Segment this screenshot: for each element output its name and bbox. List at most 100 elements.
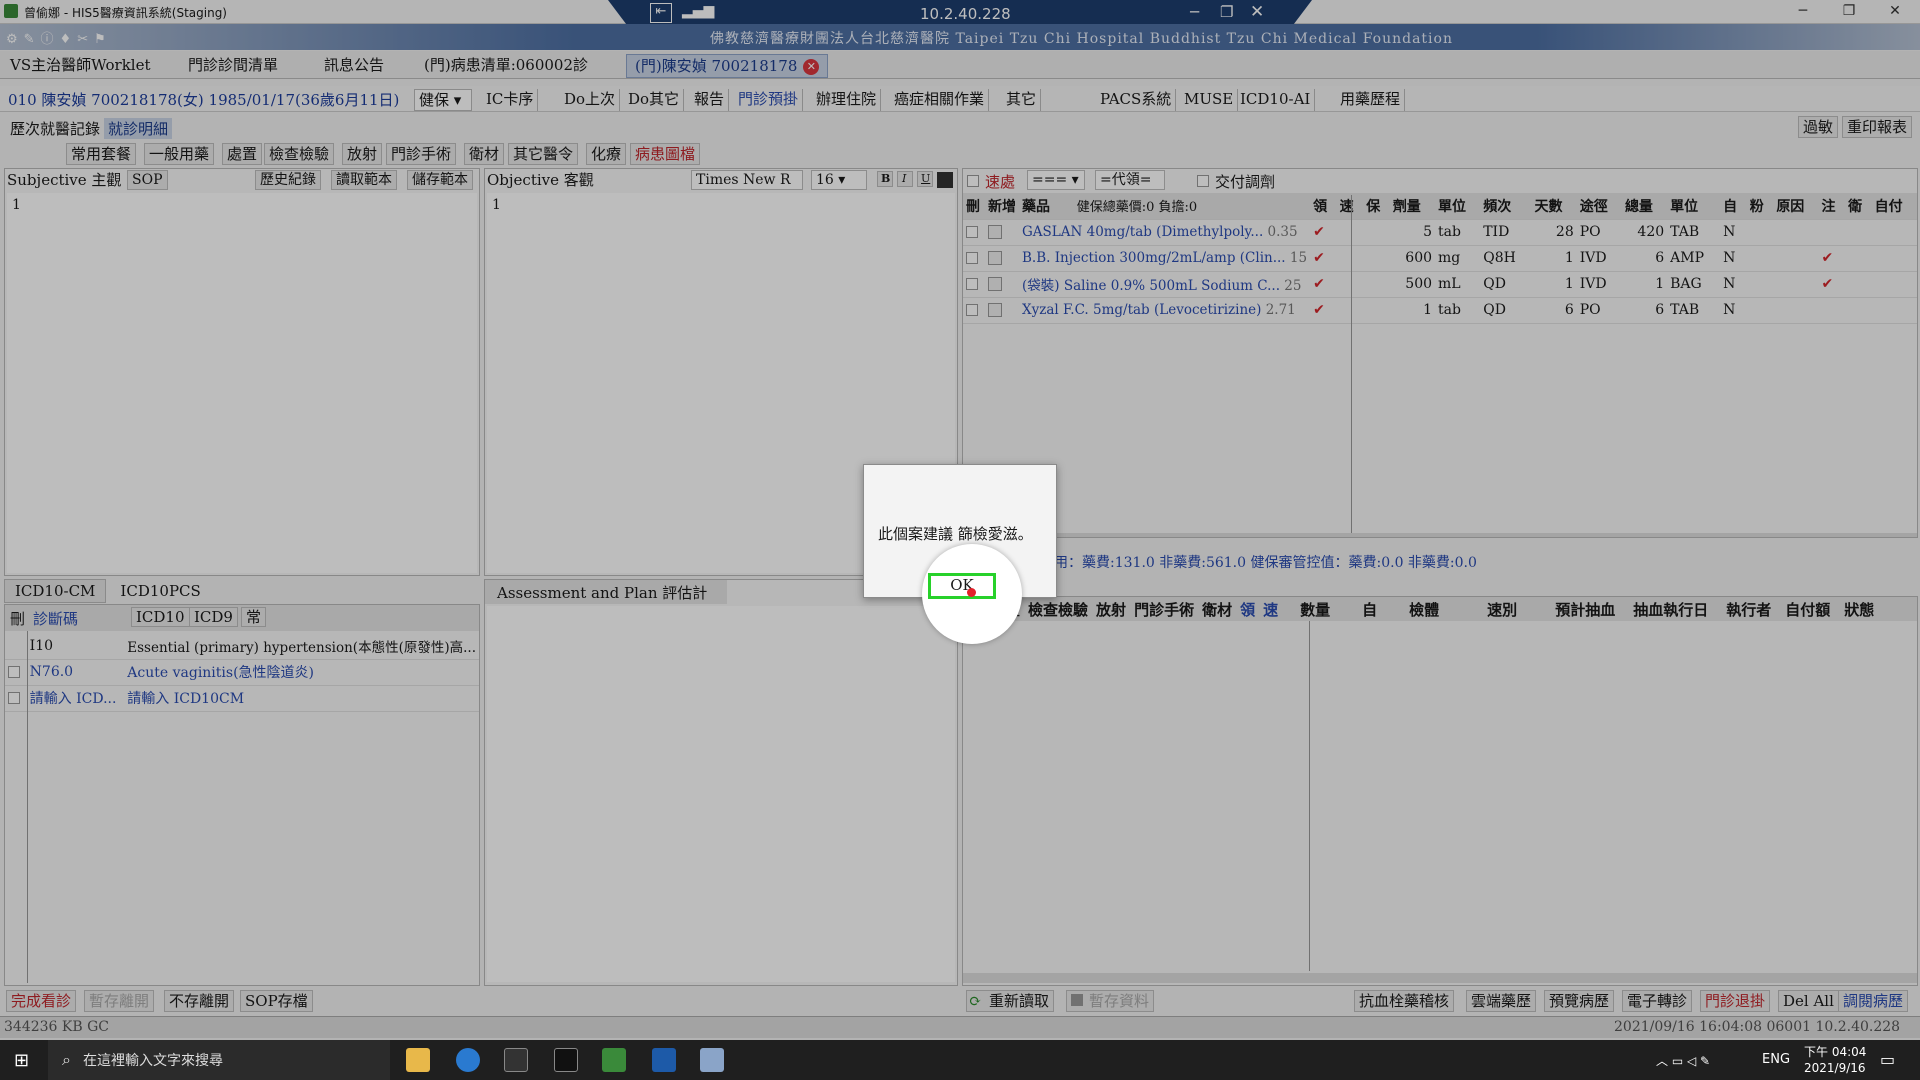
toolbar-icons[interactable]: ⚙✎ⓘ♦✂⚑ — [6, 28, 112, 47]
drug-row-checkbox[interactable] — [966, 252, 978, 264]
maximize-button[interactable]: ❐ — [1826, 0, 1872, 24]
order-col-radiology[interactable]: 放射 — [1096, 599, 1126, 620]
supplies-button[interactable]: 衛材 — [464, 143, 505, 165]
reload-button[interactable]: ⟳ 重新讀取 — [966, 990, 1055, 1012]
radiology-button[interactable]: 放射 — [342, 143, 383, 165]
chemo-button[interactable]: 化療 — [586, 143, 627, 165]
rdp-restore-icon[interactable]: ❐ — [1220, 3, 1233, 21]
edit-icon[interactable] — [988, 303, 1002, 317]
icd10-button[interactable]: ICD10 — [131, 607, 190, 627]
tab-icd10-cm[interactable]: ICD10-CM — [4, 579, 107, 603]
windows-start-icon[interactable]: ⊞ — [14, 1050, 29, 1071]
rdp-close-icon[interactable]: ✕ — [1250, 2, 1264, 22]
patient-images-button[interactable]: 病患圖檔 — [630, 143, 701, 165]
orders-scrollbar[interactable] — [963, 973, 1917, 983]
subtab-visit-history[interactable]: 歷次就醫記錄 — [6, 118, 104, 139]
his-app-icon[interactable] — [602, 1048, 626, 1072]
order-col-surgery[interactable]: 門診手術 — [1134, 599, 1194, 620]
terminal-icon[interactable] — [504, 1048, 528, 1072]
tab-worklet[interactable]: VS主治醫師Worklet — [2, 54, 159, 78]
drug-freq[interactable]: TID — [1480, 219, 1532, 246]
underline-button[interactable]: U — [917, 171, 933, 187]
app-icon-7[interactable] — [700, 1048, 724, 1072]
do-other-button[interactable]: Do其它 — [624, 89, 685, 111]
drug-select-2[interactable]: =代領= ▾ — [1095, 170, 1165, 206]
drug-days[interactable]: 6 — [1531, 297, 1577, 324]
col-add[interactable]: 新增 — [985, 193, 1019, 220]
drug-route[interactable]: IVD — [1576, 245, 1622, 272]
ie-icon[interactable] — [456, 1048, 480, 1072]
cancer-button[interactable]: 癌症相關作業 — [890, 89, 990, 111]
drug-row-checkbox[interactable] — [966, 278, 978, 290]
cloud-medication-button[interactable]: 雲端藥歷 — [1466, 990, 1537, 1012]
notification-icon[interactable]: ▭ — [1880, 1050, 1895, 1069]
drug-dose[interactable]: 1 — [1389, 297, 1436, 324]
sop-button[interactable]: SOP — [127, 170, 168, 190]
drug-row[interactable]: B.B. Injection 300mg/2mL/amp (Clin... 15… — [963, 245, 1917, 272]
icd9-button[interactable]: ICD9 — [189, 607, 238, 627]
drug-row[interactable]: GASLAN 40mg/tab (Dimethylpoly... 0.35 ✔ … — [963, 219, 1917, 246]
pre-register-button[interactable]: 門診預掛 — [734, 89, 804, 111]
preview-record-button[interactable]: 預覽病歷 — [1544, 990, 1615, 1012]
rdp-minimize-icon[interactable]: ─ — [1190, 3, 1199, 21]
font-size-select[interactable]: 16 ▾ — [811, 170, 867, 190]
clock-time[interactable]: 下午 04:04 — [1804, 1043, 1866, 1060]
drug-dose[interactable]: 5 — [1389, 219, 1436, 246]
drug-route[interactable]: IVD — [1576, 271, 1622, 298]
delete-all-button[interactable]: Del All — [1778, 990, 1839, 1012]
drug-row-checkbox[interactable] — [966, 226, 978, 238]
admission-button[interactable]: 辦理住院 — [812, 89, 882, 111]
outpatient-surgery-button[interactable]: 門診手術 — [386, 143, 457, 165]
drug-freq[interactable]: QD — [1480, 271, 1532, 298]
diagnosis-row[interactable]: N76.0 Acute vaginitis(急性陰道炎) — [5, 659, 479, 686]
lab-exam-button[interactable]: 檢查檢驗 — [264, 143, 335, 165]
treatment-button[interactable]: 處置 — [222, 143, 263, 165]
signal-icon[interactable]: ▂▄▆ — [682, 3, 714, 19]
history-record-button[interactable]: 歷史紀錄 — [255, 170, 321, 190]
drug-route[interactable]: PO — [1576, 297, 1622, 324]
insurance-select[interactable]: 健保 ▾ — [414, 89, 472, 111]
medication-history-button[interactable]: 用藥歷程 — [1336, 89, 1406, 111]
close-tab-icon[interactable]: ✕ — [803, 59, 820, 75]
pin-icon[interactable]: ⇤ — [650, 3, 672, 23]
allergy-button[interactable]: 過敏 — [1798, 116, 1839, 138]
drug-select-1[interactable]: === ▾ — [1027, 170, 1085, 190]
bold-button[interactable]: B — [877, 171, 893, 187]
language-indicator[interactable]: ENG — [1762, 1052, 1790, 1067]
subjective-textarea[interactable]: 1 — [7, 193, 477, 573]
drug-route[interactable]: PO — [1576, 219, 1622, 246]
diag-row-checkbox[interactable] — [8, 692, 20, 704]
read-template-button[interactable]: 讀取範本 — [331, 170, 397, 190]
assessment-textarea[interactable] — [487, 606, 955, 982]
diagnosis-row[interactable]: 請輸入 ICD... 請輸入 ICD10CM — [5, 685, 479, 712]
drug-row[interactable]: Xyzal F.C. 5mg/tab (Levocetirizine) 2.71… — [963, 297, 1917, 324]
finish-visit-button[interactable]: 完成看診 — [6, 990, 77, 1012]
drug-days[interactable]: 1 — [1531, 245, 1577, 272]
icd10-ai-button[interactable]: ICD10-AI — [1236, 89, 1316, 111]
diagnosis-row[interactable]: I10 Essential (primary) hypertension(本態性… — [5, 633, 479, 660]
file-explorer-icon[interactable] — [406, 1048, 430, 1072]
sop-save-button[interactable]: SOP存檔 — [240, 990, 313, 1012]
tab-announcements[interactable]: 訊息公告 — [316, 54, 392, 78]
subtab-visit-detail[interactable]: 就診明細 — [104, 117, 173, 139]
diag-code[interactable]: N76.0 — [26, 659, 125, 686]
urgent-checkbox[interactable] — [967, 175, 979, 187]
drug-days[interactable]: 1 — [1531, 271, 1577, 298]
other-button[interactable]: 其它 — [1002, 89, 1042, 111]
common-sets-button[interactable]: 常用套餐 — [66, 143, 137, 165]
view-record-button[interactable]: 調閱病歷 — [1838, 990, 1909, 1012]
edit-icon[interactable] — [988, 251, 1002, 265]
close-window-button[interactable]: ✕ — [1872, 0, 1918, 24]
diag-code[interactable]: I10 — [26, 633, 125, 660]
tab-patient-list[interactable]: (門)病患清單:060002診 — [416, 54, 596, 78]
order-col-lab[interactable]: 檢查檢驗 — [1028, 599, 1088, 620]
ok-button[interactable]: OK — [928, 573, 996, 599]
tab-current-patient[interactable]: (門)陳安媜 700218178 ✕ — [626, 54, 829, 78]
drug-scrollbar[interactable] — [963, 533, 1917, 537]
clock-date[interactable]: 2021/9/16 — [1804, 1061, 1866, 1075]
antithrombotic-button[interactable]: 抗血栓藥稽核 — [1354, 990, 1455, 1012]
drug-days[interactable]: 28 — [1531, 219, 1577, 246]
drug-dose[interactable]: 500 — [1389, 271, 1436, 298]
diag-code-input[interactable]: 請輸入 ICD... — [26, 685, 125, 712]
general-meds-button[interactable]: 一般用藥 — [144, 143, 215, 165]
